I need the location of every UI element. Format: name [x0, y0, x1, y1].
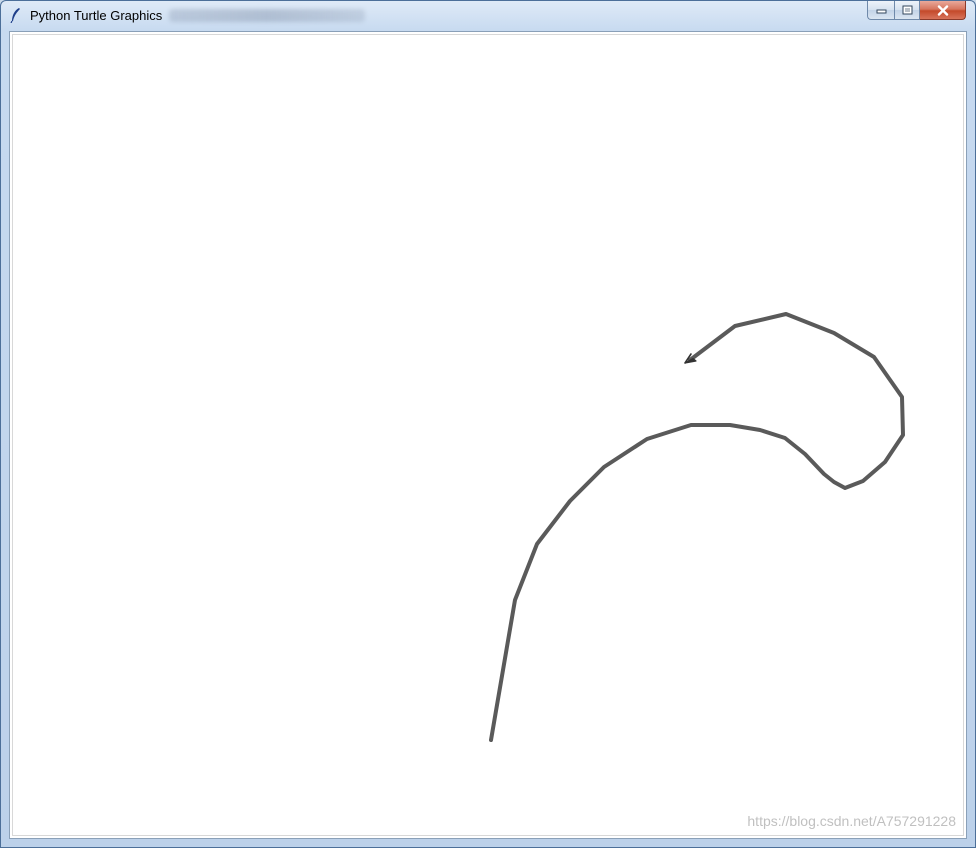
minimize-icon: [876, 9, 886, 14]
window-controls: [867, 1, 966, 21]
pen-path: [489, 312, 905, 742]
watermark: https://blog.csdn.net/A757291228: [747, 813, 956, 829]
turtle-drawing: [489, 312, 905, 742]
canvas-area: [12, 34, 964, 836]
close-icon: [937, 4, 948, 16]
title-bar[interactable]: Python Turtle Graphics: [1, 1, 975, 30]
close-button[interactable]: [920, 1, 966, 20]
blurred-title-suffix: [169, 9, 365, 22]
turtle-window: Python Turtle Graphics https://blog.csdn…: [0, 0, 976, 848]
feather-icon: [10, 8, 20, 23]
turtle-canvas[interactable]: https://blog.csdn.net/A757291228: [9, 31, 967, 839]
window-title: Python Turtle Graphics: [30, 8, 163, 23]
maximize-button[interactable]: [894, 1, 920, 20]
maximize-icon: [902, 5, 912, 15]
minimize-button[interactable]: [867, 1, 894, 20]
